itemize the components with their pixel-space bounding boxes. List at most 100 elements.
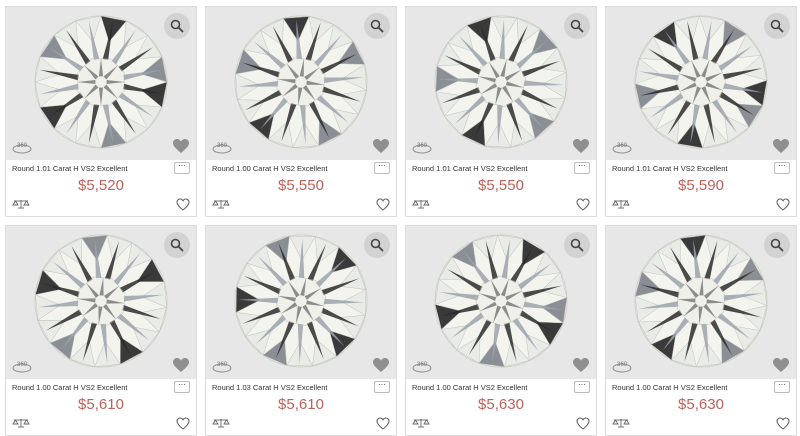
diamond-image[interactable]: 360 [206, 226, 396, 379]
zoom-button[interactable] [764, 13, 790, 39]
compare-icon[interactable] [412, 199, 430, 209]
diamond-image[interactable]: 360 [6, 7, 196, 160]
svg-text:360: 360 [217, 362, 228, 368]
magnifier-icon [770, 238, 784, 252]
diamond-card[interactable]: 360 Round 1.01 Carat H VS2 Excellent ⋯ $… [5, 6, 197, 217]
diamond-photo [234, 234, 368, 368]
heart-solid-icon[interactable] [372, 357, 390, 373]
diamond-photo [434, 234, 568, 368]
diamond-image[interactable]: 360 [406, 226, 596, 379]
diamond-title[interactable]: Round 1.01 Carat H VS2 Excellent [612, 164, 727, 173]
diamond-photo [434, 15, 568, 149]
more-options-button[interactable]: ⋯ [574, 381, 590, 393]
heart-solid-icon[interactable] [372, 138, 390, 154]
more-options-button[interactable]: ⋯ [774, 162, 790, 174]
zoom-button[interactable] [764, 232, 790, 258]
more-options-button[interactable]: ⋯ [374, 381, 390, 393]
360-view-icon[interactable]: 360 [211, 358, 233, 374]
zoom-button[interactable] [564, 13, 590, 39]
diamond-price: $5,520 [78, 177, 124, 194]
svg-text:360: 360 [17, 143, 28, 149]
heart-solid-icon[interactable] [572, 138, 590, 154]
360-view-icon[interactable]: 360 [411, 139, 433, 155]
diamond-title[interactable]: Round 1.00 Carat H VS2 Excellent [12, 383, 127, 392]
more-options-button[interactable]: ⋯ [774, 381, 790, 393]
diamond-image[interactable]: 360 [606, 7, 796, 160]
diamond-photo [634, 234, 768, 368]
diamond-price: $5,610 [78, 396, 124, 413]
diamond-card[interactable]: 360 Round 1.01 Carat H VS2 Excellent ⋯ $… [405, 6, 597, 217]
heart-solid-icon[interactable] [172, 357, 190, 373]
zoom-button[interactable] [364, 13, 390, 39]
more-options-button[interactable]: ⋯ [374, 162, 390, 174]
heart-solid-icon[interactable] [772, 357, 790, 373]
diamond-title[interactable]: Round 1.01 Carat H VS2 Excellent [412, 164, 527, 173]
svg-text:360: 360 [17, 362, 28, 368]
diamond-image[interactable]: 360 [606, 226, 796, 379]
360-view-icon[interactable]: 360 [611, 358, 633, 374]
svg-text:360: 360 [417, 143, 428, 149]
heart-outline-icon[interactable] [576, 417, 590, 430]
heart-outline-icon[interactable] [176, 417, 190, 430]
diamond-image[interactable]: 360 [406, 7, 596, 160]
heart-solid-icon[interactable] [172, 138, 190, 154]
360-view-icon[interactable]: 360 [211, 139, 233, 155]
compare-icon[interactable] [612, 199, 630, 209]
360-view-icon[interactable]: 360 [11, 358, 33, 374]
heart-solid-icon[interactable] [772, 138, 790, 154]
diamond-title[interactable]: Round 1.00 Carat H VS2 Excellent [612, 383, 727, 392]
diamond-price: $5,630 [678, 396, 724, 413]
magnifier-icon [170, 238, 184, 252]
360-view-icon[interactable]: 360 [11, 139, 33, 155]
diamond-image[interactable]: 360 [206, 7, 396, 160]
zoom-button[interactable] [164, 232, 190, 258]
diamond-title[interactable]: Round 1.00 Carat H VS2 Excellent [412, 383, 527, 392]
diamond-title[interactable]: Round 1.00 Carat H VS2 Excellent [212, 164, 327, 173]
zoom-button[interactable] [164, 13, 190, 39]
svg-text:360: 360 [617, 362, 628, 368]
zoom-button[interactable] [364, 232, 390, 258]
diamond-price: $5,550 [278, 177, 324, 194]
diamond-image[interactable]: 360 [6, 226, 196, 379]
svg-text:360: 360 [617, 143, 628, 149]
magnifier-icon [570, 238, 584, 252]
compare-icon[interactable] [212, 418, 230, 428]
diamond-photo [34, 234, 168, 368]
diamond-price: $5,610 [278, 396, 324, 413]
compare-icon[interactable] [612, 418, 630, 428]
diamond-card[interactable]: 360 Round 1.03 Carat H VS2 Excellent ⋯ $… [205, 225, 397, 436]
heart-outline-icon[interactable] [376, 417, 390, 430]
diamond-card[interactable]: 360 Round 1.00 Carat H VS2 Excellent ⋯ $… [405, 225, 597, 436]
compare-icon[interactable] [12, 418, 30, 428]
more-options-button[interactable]: ⋯ [174, 162, 190, 174]
heart-solid-icon[interactable] [572, 357, 590, 373]
diamond-photo [234, 15, 368, 149]
diamond-photo [34, 15, 168, 149]
more-options-button[interactable]: ⋯ [174, 381, 190, 393]
diamond-card[interactable]: 360 Round 1.00 Carat H VS2 Excellent ⋯ $… [605, 225, 797, 436]
diamond-price: $5,630 [478, 396, 524, 413]
magnifier-icon [570, 19, 584, 33]
heart-outline-icon[interactable] [776, 198, 790, 211]
magnifier-icon [370, 19, 384, 33]
svg-text:360: 360 [217, 143, 228, 149]
heart-outline-icon[interactable] [176, 198, 190, 211]
heart-outline-icon[interactable] [376, 198, 390, 211]
360-view-icon[interactable]: 360 [411, 358, 433, 374]
diamond-price: $5,590 [678, 177, 724, 194]
compare-icon[interactable] [412, 418, 430, 428]
compare-icon[interactable] [212, 199, 230, 209]
diamond-card[interactable]: 360 Round 1.01 Carat H VS2 Excellent ⋯ $… [605, 6, 797, 217]
heart-outline-icon[interactable] [576, 198, 590, 211]
diamond-title[interactable]: Round 1.01 Carat H VS2 Excellent [12, 164, 127, 173]
diamond-photo [634, 15, 768, 149]
compare-icon[interactable] [12, 199, 30, 209]
heart-outline-icon[interactable] [776, 417, 790, 430]
360-view-icon[interactable]: 360 [611, 139, 633, 155]
diamond-card[interactable]: 360 Round 1.00 Carat H VS2 Excellent ⋯ $… [5, 225, 197, 436]
diamond-card[interactable]: 360 Round 1.00 Carat H VS2 Excellent ⋯ $… [205, 6, 397, 217]
diamond-title[interactable]: Round 1.03 Carat H VS2 Excellent [212, 383, 327, 392]
svg-text:360: 360 [417, 362, 428, 368]
zoom-button[interactable] [564, 232, 590, 258]
more-options-button[interactable]: ⋯ [574, 162, 590, 174]
